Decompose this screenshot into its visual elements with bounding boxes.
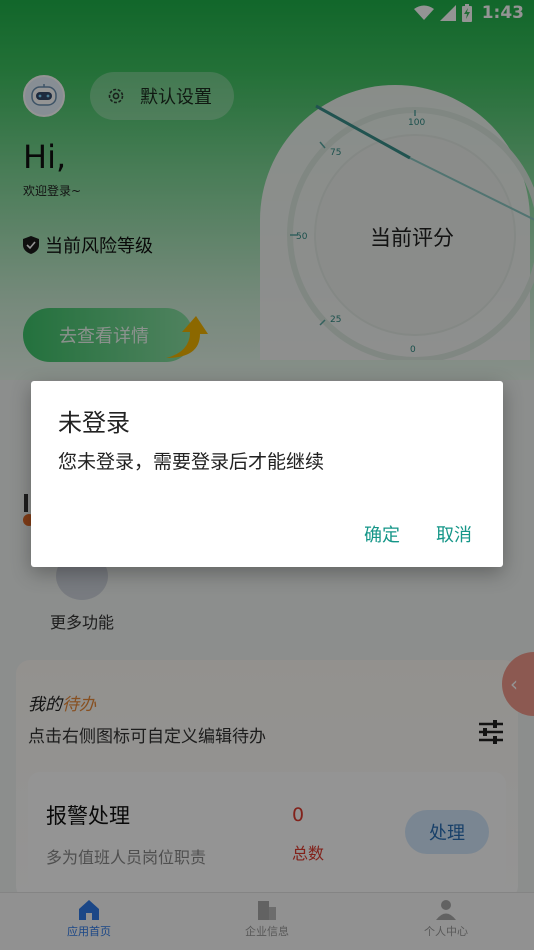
home-screen: 1:43 默认设置 Hi, 欢迎登录~ 当前风险等级 去查看详情 100 75 … <box>0 0 534 950</box>
dialog-title: 未登录 <box>58 409 130 437</box>
dialog-message: 您未登录，需要登录后才能继续 <box>58 451 325 473</box>
confirm-button[interactable]: 确定 <box>364 521 400 547</box>
cancel-button[interactable]: 取消 <box>436 521 472 547</box>
not-logged-in-dialog: 未登录 您未登录，需要登录后才能继续 确定 取消 <box>31 381 503 567</box>
